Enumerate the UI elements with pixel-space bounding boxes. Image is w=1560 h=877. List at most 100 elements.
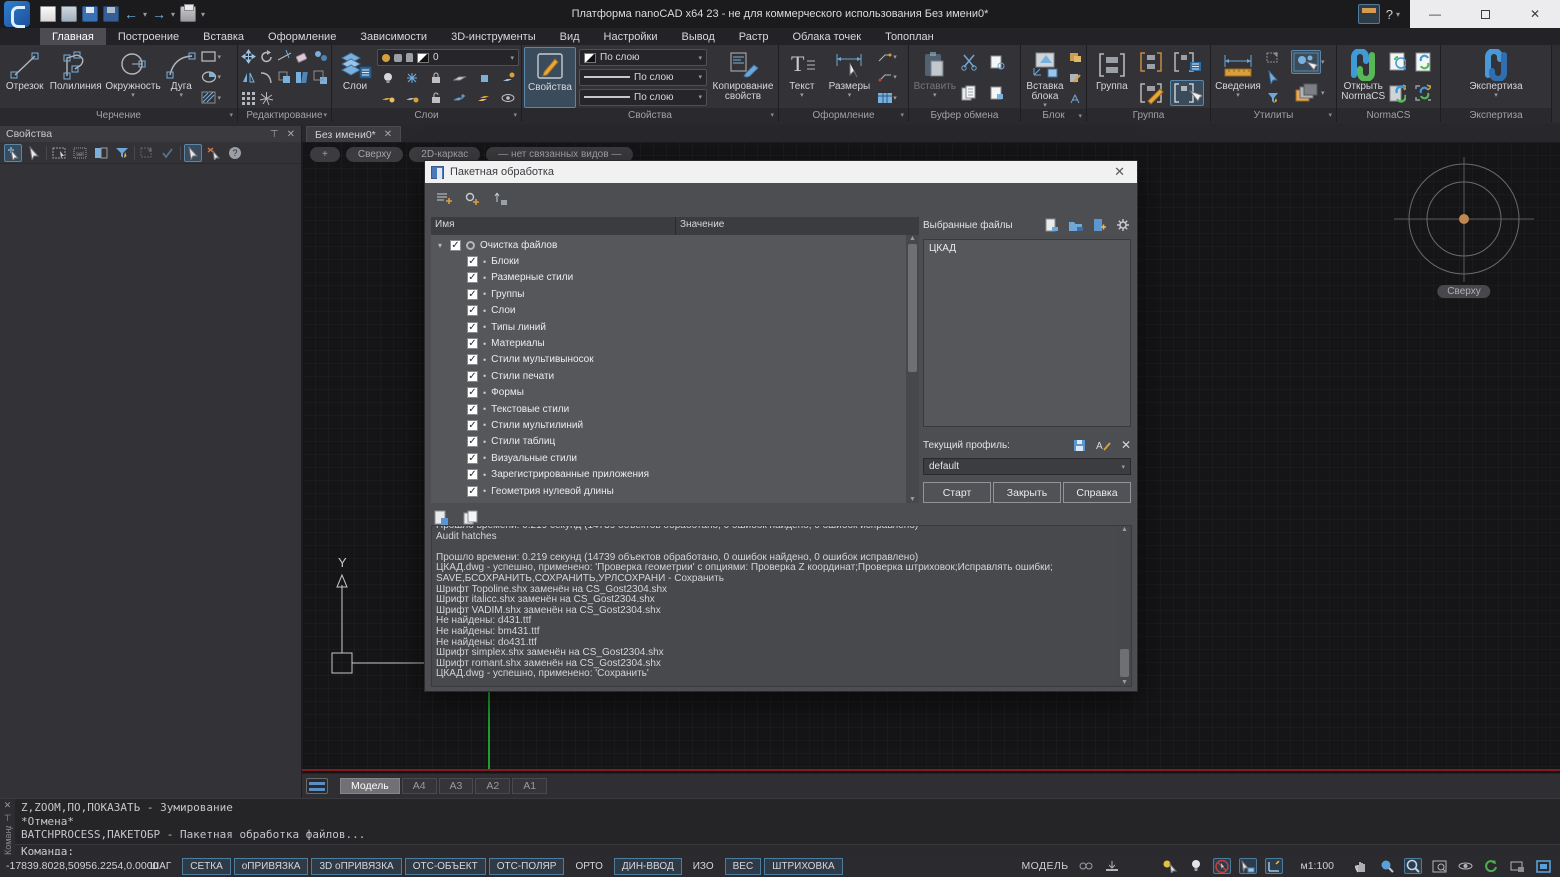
undo-dropdown-icon[interactable]: ▾ bbox=[143, 10, 147, 19]
trim-icon[interactable] bbox=[276, 49, 293, 65]
tree-parent-row[interactable]: ▾ ✓ Очистка файлов bbox=[431, 237, 906, 253]
delete-profile-icon[interactable]: ✕ bbox=[1121, 438, 1131, 452]
group-label-utils[interactable]: Утилиты▾ bbox=[1211, 108, 1336, 122]
status-toggle[interactable]: ОТС-ПОЛЯР bbox=[489, 858, 565, 875]
dynamic-ucs-icon[interactable] bbox=[1265, 858, 1283, 874]
ribbon-tab[interactable]: Главная bbox=[40, 28, 106, 45]
checkbox-checked[interactable]: ✓ bbox=[467, 486, 478, 497]
file-item[interactable]: ЦКАД bbox=[929, 243, 1125, 254]
layer-freeze-vp-icon[interactable] bbox=[452, 90, 469, 106]
scrollbar-thumb[interactable] bbox=[908, 244, 917, 372]
group-manager-icon[interactable] bbox=[1170, 49, 1204, 75]
ribbon-tab[interactable]: Топоплан bbox=[873, 28, 946, 45]
zoom-window-icon[interactable] bbox=[1404, 858, 1422, 874]
rectangle-tool-button[interactable]: ▾ bbox=[200, 49, 235, 65]
lasso-select-icon[interactable]: sel bbox=[71, 144, 89, 162]
normacs-doc-icon[interactable] bbox=[1414, 50, 1431, 74]
group-button[interactable]: Группа bbox=[1089, 47, 1135, 108]
minimize-button[interactable]: — bbox=[1410, 0, 1460, 28]
properties-button[interactable]: Свойства bbox=[524, 47, 576, 108]
dialog-close-icon[interactable]: ✕ bbox=[1108, 164, 1131, 180]
tree-scrollbar[interactable]: ▲ ▼ bbox=[906, 235, 919, 503]
status-toggle[interactable]: СЕТКА bbox=[182, 858, 231, 875]
ribbon-tab[interactable]: Вывод bbox=[669, 28, 726, 45]
layer-freeze-toggle-icon[interactable] bbox=[403, 70, 420, 86]
erase-icon[interactable] bbox=[294, 49, 311, 65]
normacs-link-icon[interactable] bbox=[1414, 81, 1431, 105]
scroll-up-icon[interactable]: ▲ bbox=[909, 235, 916, 242]
brightness-icon[interactable] bbox=[1187, 858, 1205, 874]
ribbon-tab[interactable]: Зависимости bbox=[348, 28, 439, 45]
undo-icon[interactable]: ← bbox=[124, 6, 138, 22]
layer-unlock-icon[interactable] bbox=[427, 90, 444, 106]
print-icon[interactable] bbox=[180, 6, 196, 22]
add-file-icon[interactable] bbox=[1043, 217, 1059, 233]
viewport-control-pill[interactable]: Сверху bbox=[346, 147, 403, 162]
pin-icon[interactable]: ⊤ bbox=[4, 813, 12, 824]
checkbox-checked[interactable]: ✓ bbox=[467, 453, 478, 464]
tree-row[interactable]: ✓ • Зарегистрированные приложения bbox=[431, 466, 906, 482]
status-toggle[interactable]: ИЗО bbox=[685, 858, 722, 875]
copy-doc-icon[interactable] bbox=[960, 85, 977, 101]
new-document-icon[interactable] bbox=[40, 6, 56, 22]
ribbon-mode-icon[interactable] bbox=[1358, 4, 1380, 24]
download-tray-icon[interactable] bbox=[1103, 858, 1121, 874]
zoom-icon[interactable] bbox=[1378, 858, 1396, 874]
scroll-up-icon[interactable]: ▲ bbox=[1121, 526, 1128, 533]
add-files-plus-icon[interactable] bbox=[1091, 217, 1107, 233]
column-value[interactable]: Значение bbox=[676, 217, 919, 235]
order-settings-icon[interactable] bbox=[491, 191, 509, 207]
pin-icon[interactable]: ⊤ bbox=[270, 129, 279, 140]
close-panel-icon[interactable]: ✕ bbox=[287, 129, 295, 140]
checkbox-checked[interactable]: ✓ bbox=[467, 354, 478, 365]
tree-row[interactable]: ✓ • Слои bbox=[431, 303, 906, 319]
attributes-icon[interactable] bbox=[1068, 91, 1082, 107]
checkbox-checked[interactable]: ✓ bbox=[467, 305, 478, 316]
checkbox-checked[interactable]: ✓ bbox=[467, 387, 478, 398]
profile-select[interactable]: default ▾ bbox=[923, 458, 1131, 475]
model-space-label[interactable]: МОДЕЛЬ bbox=[1022, 860, 1069, 872]
paste-special-icon[interactable] bbox=[988, 85, 1005, 101]
orbit-icon[interactable] bbox=[1456, 858, 1474, 874]
cut-icon[interactable] bbox=[960, 54, 977, 70]
status-toggle[interactable]: ВЕС bbox=[725, 858, 762, 875]
ribbon-tab[interactable]: Настройки bbox=[592, 28, 670, 45]
layer-current-icon[interactable] bbox=[452, 70, 469, 86]
checkbox-checked[interactable]: ✓ bbox=[467, 272, 478, 283]
viewport-lock-icon[interactable] bbox=[1508, 858, 1526, 874]
edit-group-icon[interactable] bbox=[1136, 80, 1166, 106]
zoom-extents-icon[interactable] bbox=[1430, 858, 1448, 874]
selection-filter-icon[interactable] bbox=[113, 144, 131, 162]
layer-walk-icon[interactable] bbox=[476, 90, 493, 106]
ribbon-tab[interactable]: Облака точек bbox=[781, 28, 874, 45]
open-file-icon[interactable] bbox=[61, 6, 77, 22]
fullscreen-icon[interactable] bbox=[1534, 858, 1552, 874]
tree-row[interactable]: ✓ • Блоки bbox=[431, 253, 906, 269]
stretch-icon[interactable] bbox=[294, 69, 311, 85]
dialog-title-bar[interactable]: Пакетная обработка ✕ bbox=[425, 161, 1137, 183]
select-cursor-icon[interactable] bbox=[1264, 69, 1281, 85]
mirror-icon[interactable] bbox=[240, 69, 257, 85]
compass-view-label[interactable]: Сверху bbox=[1437, 285, 1490, 298]
status-toggle[interactable]: ШАГ bbox=[142, 858, 179, 875]
ribbon-tab[interactable]: Вставка bbox=[191, 28, 256, 45]
chevron-down-icon[interactable]: ▾ bbox=[131, 93, 135, 99]
tree-row[interactable]: ✓ • Группы bbox=[431, 286, 906, 302]
group-label-block[interactable]: Блок▾ bbox=[1021, 109, 1086, 122]
move-paste-icon[interactable] bbox=[1264, 49, 1281, 65]
add-folder-icon[interactable] bbox=[1067, 217, 1083, 233]
annotation-scale[interactable]: м1:100 bbox=[1301, 860, 1335, 872]
layer-visibility-icon[interactable] bbox=[500, 90, 517, 106]
status-toggle[interactable]: ШТРИХОВКА bbox=[764, 858, 842, 875]
scroll-down-icon[interactable]: ▼ bbox=[909, 496, 916, 503]
checkbox-checked[interactable]: ✓ bbox=[450, 240, 461, 251]
group-label-editing[interactable]: Редактирование▾ bbox=[238, 108, 331, 122]
tree-row[interactable]: ✓ • Текстовые стили bbox=[431, 401, 906, 417]
group-label-drawing[interactable]: Черчение▾ bbox=[0, 108, 237, 122]
line-tool-button[interactable]: Отрезок bbox=[2, 47, 47, 108]
start-button[interactable]: Старт bbox=[923, 482, 991, 503]
copy-with-basepoint-icon[interactable] bbox=[988, 54, 1005, 70]
ribbon-tab[interactable]: Оформление bbox=[256, 28, 348, 45]
layer-match-icon[interactable] bbox=[500, 70, 517, 86]
move-icon[interactable] bbox=[240, 49, 257, 65]
